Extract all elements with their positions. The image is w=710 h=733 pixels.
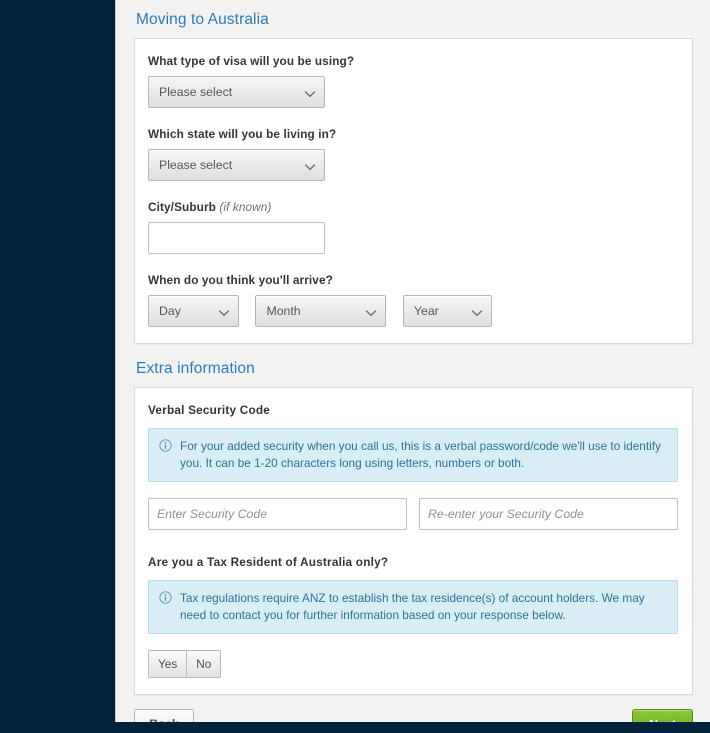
select-visa-type[interactable]: Please select — [148, 76, 325, 108]
footer-navy-bar — [115, 722, 710, 733]
select-visa-type-value: Please select — [159, 85, 233, 99]
extra-information-card: Verbal Security Code For your added secu… — [134, 387, 693, 695]
arrival-date-row: Day Month Year — [148, 295, 678, 327]
form-content-area: Moving to Australia What type of visa wi… — [115, 0, 710, 722]
select-arrival-day[interactable]: Day — [148, 295, 239, 327]
section-heading-extra-information: Extra information — [136, 360, 255, 377]
security-code-info-text: For your added security when you call us… — [180, 439, 661, 470]
field-city-suburb: City/Suburb (if known) — [148, 200, 678, 254]
label-visa-type: What type of visa will you be using? — [148, 54, 355, 68]
label-arrival-date: When do you think you'll arrive? — [148, 273, 333, 287]
label-city-suburb: City/Suburb (if known) — [148, 200, 678, 214]
tax-resident-yes-button[interactable]: Yes — [148, 650, 187, 678]
left-navy-rail — [0, 0, 115, 733]
back-button[interactable]: Back — [134, 709, 194, 722]
next-button[interactable]: Next — [632, 709, 693, 722]
security-code-row — [148, 498, 678, 530]
field-state: Which state will you be living in? Pleas… — [148, 127, 678, 181]
select-state[interactable]: Please select — [148, 149, 325, 181]
tax-resident-infobox: Tax regulations require ANZ to establish… — [148, 580, 678, 634]
select-arrival-month[interactable]: Month — [255, 295, 387, 327]
tax-resident-info-text: Tax regulations require ANZ to establish… — [180, 591, 645, 622]
extra-information-card-body: Verbal Security Code For your added secu… — [135, 388, 692, 694]
label-city-suburb-text: City/Suburb — [148, 200, 216, 214]
field-visa-type: What type of visa will you be using? Ple… — [148, 54, 678, 108]
field-arrival-date: When do you think you'll arrive? Day Mon… — [148, 273, 678, 327]
select-arrival-year-value: Year — [413, 304, 439, 318]
tax-resident-no-button[interactable]: No — [186, 650, 222, 678]
select-arrival-year[interactable]: Year — [402, 295, 492, 327]
moving-to-australia-card-body: What type of visa will you be using? Ple… — [135, 39, 692, 343]
label-city-suburb-hint: (if known) — [219, 200, 272, 214]
form-navigation-row: Back Next — [116, 695, 710, 722]
security-code-confirm-input[interactable] — [419, 498, 678, 530]
security-code-input[interactable] — [148, 498, 407, 530]
moving-to-australia-card: What type of visa will you be using? Ple… — [134, 38, 693, 344]
tax-resident-toggle-group: Yes No — [148, 650, 222, 678]
info-circle-icon — [159, 439, 172, 452]
select-arrival-month-value: Month — [266, 304, 301, 318]
select-arrival-day-value: Day — [159, 304, 181, 318]
label-state: Which state will you be living in? — [148, 127, 337, 141]
info-circle-icon — [159, 591, 172, 604]
section-heading-moving-to-australia: Moving to Australia — [136, 11, 269, 28]
select-state-value: Please select — [159, 158, 233, 172]
page-root: Moving to Australia What type of visa wi… — [0, 0, 710, 733]
subheading-verbal-security-code: Verbal Security Code — [148, 403, 271, 417]
security-code-infobox: For your added security when you call us… — [148, 428, 678, 482]
city-suburb-input[interactable] — [148, 222, 325, 254]
subheading-tax-resident: Are you a Tax Resident of Australia only… — [148, 555, 389, 569]
content-inner: Moving to Australia What type of visa wi… — [116, 0, 710, 695]
